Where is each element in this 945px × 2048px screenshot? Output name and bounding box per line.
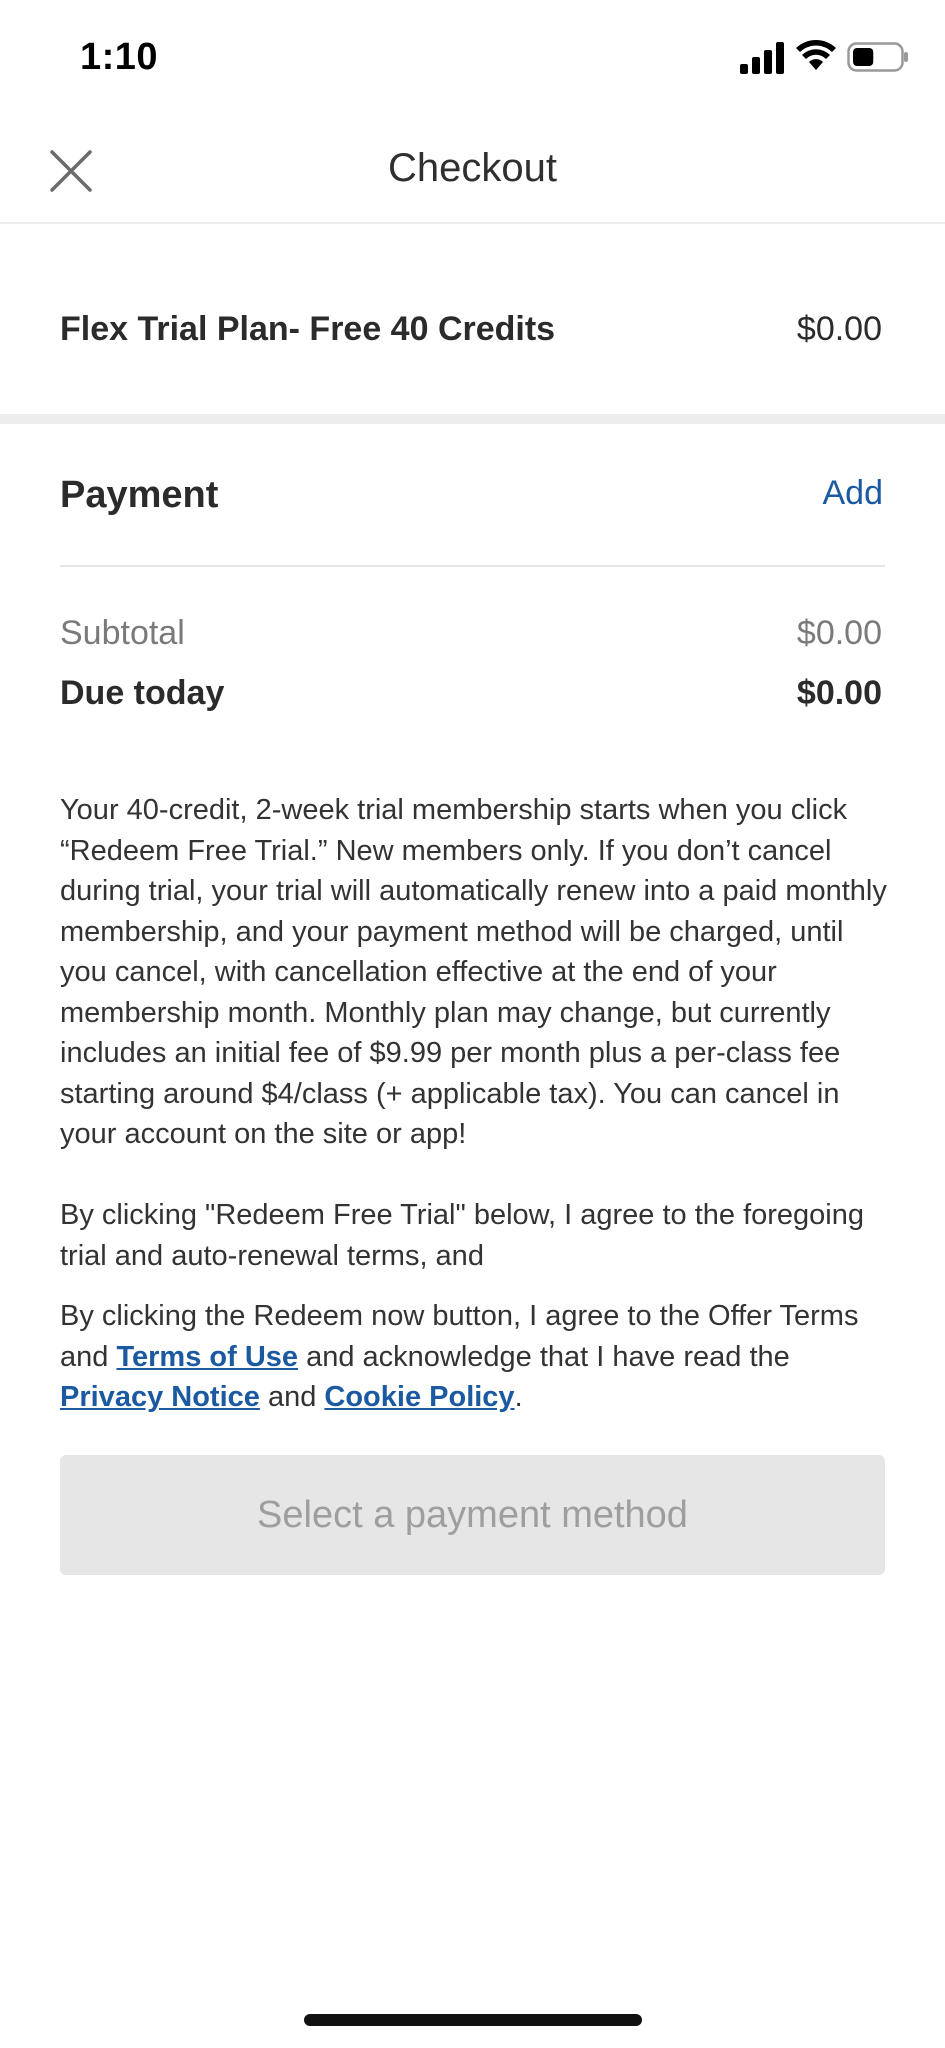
select-payment-method-button[interactable]: Select a payment method <box>60 1455 885 1575</box>
checkout-screen: 1:10 Checkout Flex Trial Plan- Free 40 C… <box>0 0 945 2048</box>
header: Checkout <box>0 110 945 224</box>
payment-heading: Payment <box>60 474 219 516</box>
payment-divider <box>60 565 885 567</box>
agreement-middle: and acknowledge that I have read the <box>298 1340 790 1373</box>
section-divider <box>0 414 945 424</box>
subtotal-label: Subtotal <box>60 614 185 652</box>
subtotal-value: $0.00 <box>796 614 882 652</box>
battery-icon <box>847 42 908 72</box>
trial-terms-text: Your 40-credit, 2-week trial membership … <box>60 794 887 1150</box>
plan-row: Flex Trial Plan- Free 40 Credits $0.00 <box>0 224 945 414</box>
cookie-policy-link[interactable]: Cookie Policy <box>324 1381 514 1413</box>
auto-renewal-agreement-text: By clicking "Redeem Free Trial" below, I… <box>60 1199 864 1272</box>
privacy-notice-link[interactable]: Privacy Notice <box>60 1381 260 1413</box>
agreement-and: and <box>259 1381 325 1413</box>
agreement-end: . <box>514 1381 523 1413</box>
add-payment-button[interactable]: Add <box>823 474 884 513</box>
signal-icon <box>740 42 784 74</box>
status-bar: 1:10 <box>0 0 945 110</box>
wifi-icon <box>796 40 836 70</box>
terms-of-use-link[interactable]: Terms of Use <box>116 1341 298 1373</box>
due-today-label: Due today <box>60 674 225 712</box>
plan-name: Flex Trial Plan- Free 40 Credits <box>60 310 556 348</box>
terms-agreement-text: By clicking the Redeem now button, I agr… <box>60 1296 890 1418</box>
page-title: Checkout <box>388 146 557 190</box>
due-today-value: $0.00 <box>796 674 882 712</box>
status-time: 1:10 <box>80 36 159 78</box>
plan-price: $0.00 <box>796 310 882 348</box>
home-indicator <box>304 2014 642 2026</box>
